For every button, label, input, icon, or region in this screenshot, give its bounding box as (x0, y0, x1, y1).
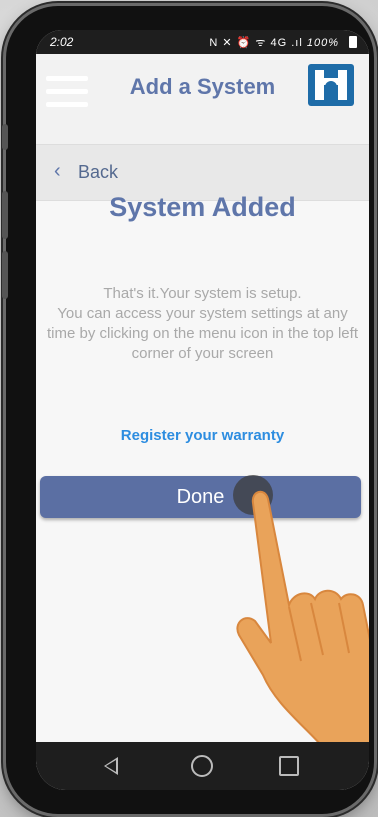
message-line: You can access your system settings at a… (57, 305, 348, 322)
phone-volume-up (2, 191, 8, 239)
android-nav-bar (36, 742, 369, 790)
message-line: That's it.Your system is setup. (103, 285, 302, 302)
register-warranty-link[interactable]: Register your warranty (36, 427, 369, 444)
phone-volume-down (2, 251, 8, 299)
status-icons-text: N ✕ ⏰ ᯤ 4G .ıl (209, 37, 303, 49)
circle-home-icon[interactable] (191, 755, 213, 777)
square-recent-icon[interactable] (279, 756, 299, 776)
triangle-back-icon[interactable] (104, 757, 118, 775)
h-logo-icon (308, 64, 354, 106)
phone-screen: 2:02 N ✕ ⏰ ᯤ 4G .ıl 100% Add a System ‹ … (36, 30, 369, 790)
pointing-hand-icon (236, 490, 369, 745)
battery-text: 100% (306, 37, 339, 49)
phone-side-button (2, 124, 8, 150)
message-line: corner of your screen (131, 345, 274, 362)
status-bar: 2:02 N ✕ ⏰ ᯤ 4G .ıl 100% (36, 30, 369, 54)
back-label: Back (78, 162, 119, 182)
message-line: time by clicking on the menu icon in the… (46, 325, 358, 342)
chevron-left-icon: ‹ (54, 160, 61, 182)
status-time: 2:02 (50, 35, 74, 49)
confirmation-message: That's it.Your system is setup. You can … (36, 284, 369, 364)
battery-icon (349, 36, 357, 48)
page-title: System Added (109, 192, 296, 222)
status-icons: N ✕ ⏰ ᯤ 4G .ıl 100% (209, 35, 339, 50)
app-bar: Add a System (36, 54, 369, 144)
